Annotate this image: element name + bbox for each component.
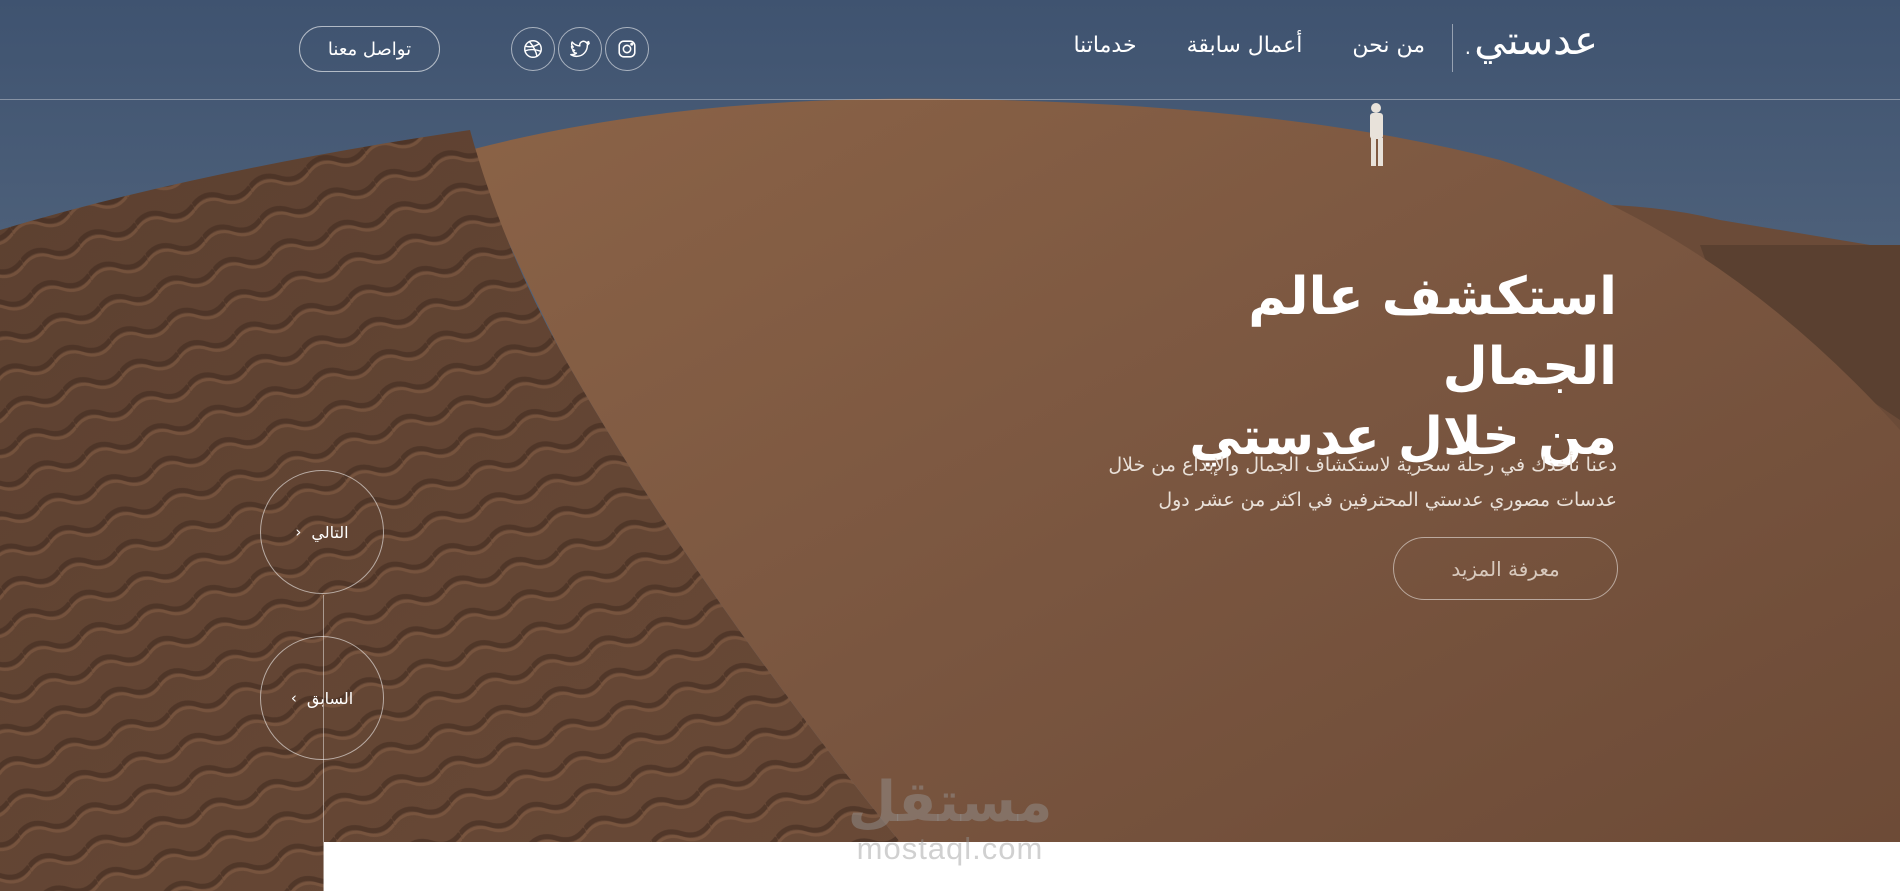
contact-button[interactable]: تواصل معنا (299, 26, 440, 72)
nav-item-about[interactable]: من نحن (1352, 33, 1425, 58)
watermark-latin: mostaql.com (856, 831, 1044, 866)
nav-item-services[interactable]: خدماتنا (1073, 33, 1136, 58)
watermark-arabic: مستقل (847, 770, 1053, 835)
content-section-start (324, 842, 1900, 891)
hero-title-line-1: استكشف عالم الجمال (1248, 267, 1617, 397)
hero-desc-line-2: عدسات مصوري عدستي المحترفين في اكثر من ع… (1158, 489, 1617, 511)
chevron-left-icon: ‹ (295, 523, 302, 541)
main-nav: خدماتنا أعمال سابقة من نحن (1073, 33, 1425, 58)
dribbble-icon[interactable] (511, 27, 555, 71)
slider-prev-label: السابق (306, 688, 354, 708)
nav-divider (1452, 24, 1453, 72)
instagram-icon[interactable] (605, 27, 649, 71)
chevron-right-icon: › (290, 689, 297, 707)
twitter-icon[interactable] (558, 27, 602, 71)
social-links (511, 27, 649, 71)
brand-logo[interactable]: عدستي. (1461, 18, 1598, 64)
hero-title: استكشف عالم الجمال من خلال عدستي (1057, 262, 1617, 472)
slider-prev-button[interactable]: السابق › (260, 636, 384, 760)
slider-next-label: التالي (311, 522, 349, 542)
mostaql-watermark: مستقل mostaql.com (830, 773, 1070, 865)
hero-description: دعنا نأخذك في رحلة سحرية لاستكشاف الجمال… (1057, 448, 1617, 518)
learn-more-button[interactable]: معرفة المزيد (1393, 537, 1618, 600)
hero-desc-line-1: دعنا نأخذك في رحلة سحرية لاستكشاف الجمال… (1108, 454, 1617, 476)
site-header: عدستي. خدماتنا أعمال سابقة من نحن تواصل … (0, 0, 1900, 100)
nav-item-portfolio[interactable]: أعمال سابقة (1187, 33, 1303, 58)
slider-next-button[interactable]: التالي ‹ (260, 470, 384, 594)
